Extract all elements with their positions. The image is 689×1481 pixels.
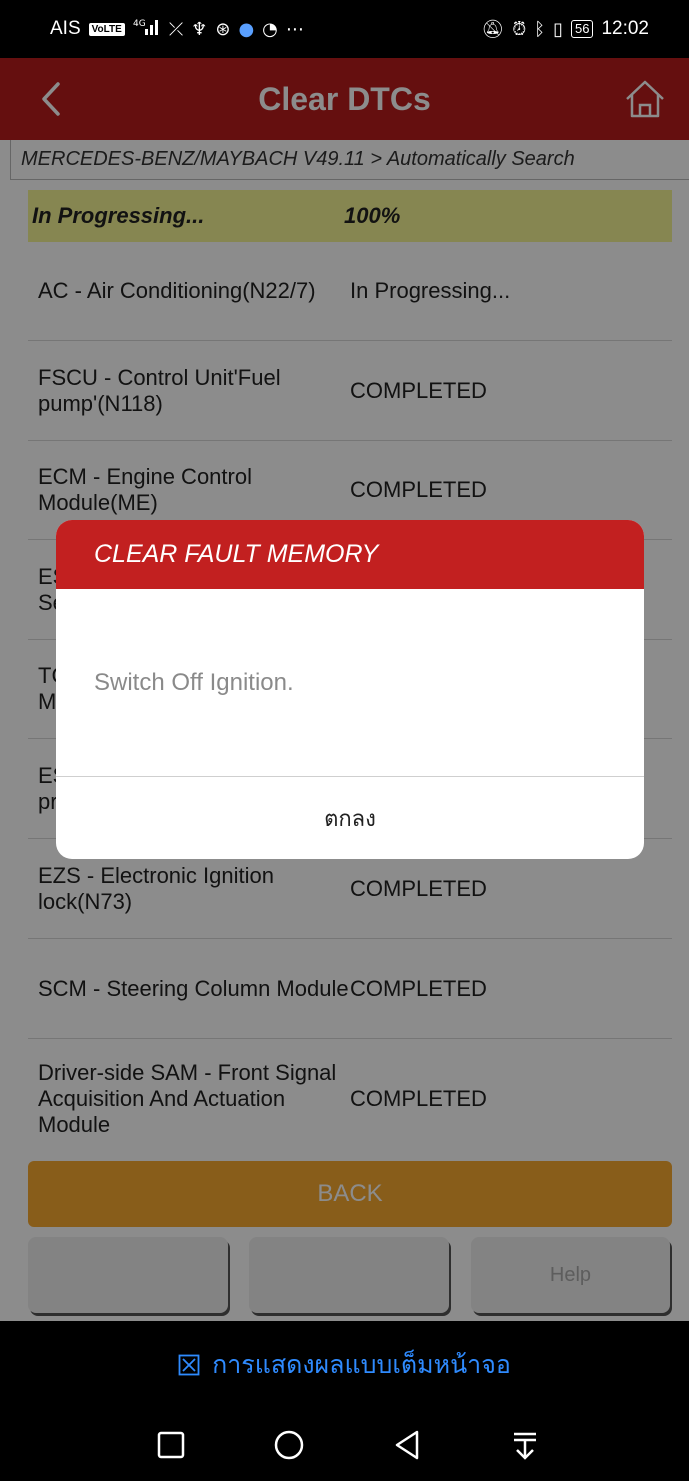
status-right: 🔕︎ ⏰︎ ᛒ ▯ 56 12:02: [481, 18, 649, 40]
svg-text:4G: 4G: [133, 19, 146, 29]
alarm-icon: ⏰︎: [512, 18, 527, 40]
bluetooth-circle-icon: ⊛: [215, 18, 231, 40]
wifi-icon: ◔: [262, 18, 278, 40]
signal-icon: 4G: [133, 17, 161, 42]
more-icon: ⋯: [285, 18, 304, 40]
volte-icon: VoLTE: [88, 22, 125, 36]
dialog-title: CLEAR FAULT MEMORY: [56, 520, 644, 589]
fullscreen-bar[interactable]: การแสดงผลแบบเต็มหน้าจอ: [0, 1321, 689, 1409]
fullscreen-label: การแสดงผลแบบเต็มหน้าจอ: [212, 1350, 511, 1379]
carrier-label: AIS: [50, 18, 81, 39]
back-triangle-icon[interactable]: [389, 1427, 425, 1463]
vibrate-icon: ▯: [553, 18, 563, 40]
battery-icon: 56: [570, 20, 594, 38]
ok-button[interactable]: ตกลง: [56, 777, 644, 859]
dialog-message: Switch Off Ignition.: [94, 668, 294, 696]
fullscreen-icon: [178, 1354, 200, 1376]
bluetooth-icon: ᛒ: [534, 18, 546, 40]
stethoscope-icon: ♆: [191, 18, 208, 40]
navigation-bar: [0, 1409, 689, 1481]
recents-icon[interactable]: [153, 1427, 189, 1463]
clear-fault-memory-dialog: CLEAR FAULT MEMORY Switch Off Ignition. …: [56, 520, 644, 859]
notification-pull-icon[interactable]: [507, 1427, 543, 1463]
missed-call-icon: ⤫: [168, 18, 184, 40]
mute-icon: 🔕︎: [481, 18, 505, 40]
status-bar: AIS VoLTE 4G ⤫ ♆ ⊛ ● ◔ ⋯ 🔕︎ ⏰︎ ᛒ ▯ 56 12…: [0, 0, 689, 58]
app-icon: ●: [238, 18, 255, 40]
status-left: AIS VoLTE 4G ⤫ ♆ ⊛ ● ◔ ⋯: [50, 17, 304, 42]
home-circle-icon[interactable]: [271, 1427, 307, 1463]
clock: 12:02: [601, 18, 649, 39]
